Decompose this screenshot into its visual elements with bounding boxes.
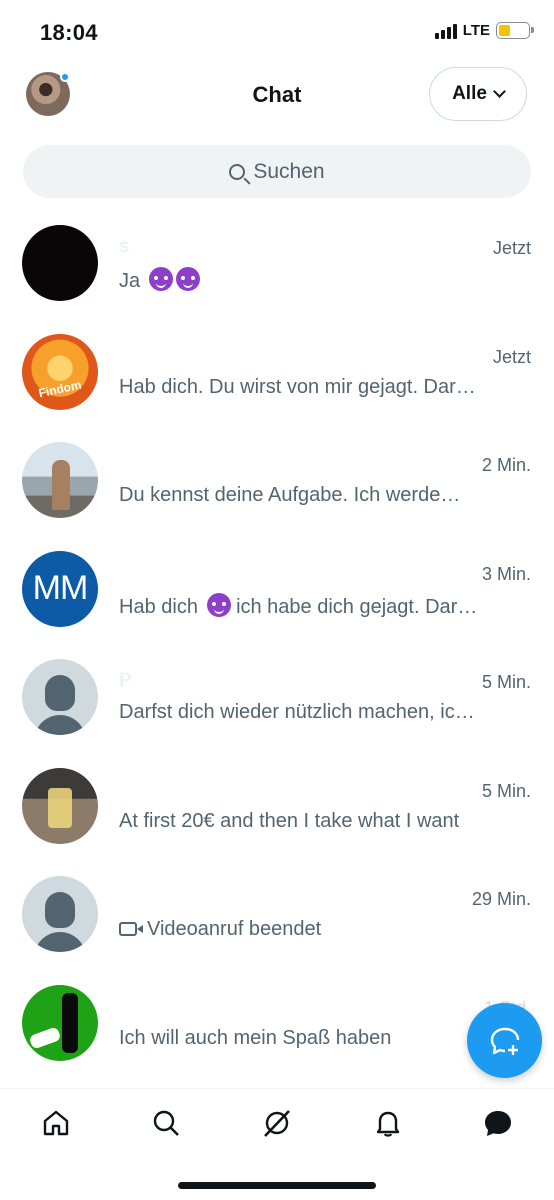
search-bar[interactable]: Suchen (23, 145, 531, 198)
filter-label: Alle (452, 83, 487, 104)
smiling-devil-emoji-icon (206, 592, 231, 617)
nav-messages[interactable] (482, 1107, 514, 1139)
avatar (22, 767, 98, 844)
message-preview: At first 20€ and then I take what I want (119, 809, 460, 832)
default-avatar-icon (22, 659, 98, 735)
message-preview: Videoanruf beendet (119, 918, 499, 941)
status-time: 18:04 (40, 20, 98, 45)
message-preview: Hab dich ich habe dich gejagt. Dar… (119, 592, 499, 619)
conversation-row[interactable]: MM 3 Min. Hab dich ich habe dich gejagt.… (0, 534, 554, 643)
smiling-devil-emoji-icon (148, 267, 173, 291)
home-indicator (178, 1182, 376, 1189)
message-preview: Hab dich. Du wirst von mir gejagt. Dar… (119, 375, 476, 398)
filter-dropdown[interactable]: Alle (429, 67, 527, 121)
timestamp: 5 Min. (481, 672, 531, 692)
new-message-button[interactable] (467, 1003, 542, 1078)
battery-icon (496, 22, 534, 39)
header: Chat Alle (0, 62, 554, 128)
messages-icon (485, 1111, 511, 1136)
search-icon (153, 1110, 179, 1136)
status-bar: 18:04 LTE (0, 0, 554, 62)
avatar: Findom (22, 333, 98, 410)
video-call-icon (119, 922, 143, 936)
notification-dot (60, 72, 70, 82)
notifications-icon (376, 1111, 400, 1137)
conversation-row[interactable]: P 5 Min. Darfst dich wieder nützlich mac… (0, 642, 554, 751)
search-icon (229, 163, 246, 180)
network-label: LTE (462, 22, 490, 39)
conversation-row[interactable]: 5 Min. At first 20€ and then I take what… (0, 751, 554, 860)
avatar-label: Findom (37, 377, 83, 400)
avatar: MM (22, 550, 98, 627)
conversation-row[interactable]: s Jetzt Ja (0, 208, 554, 317)
nav-notifications[interactable] (372, 1107, 404, 1139)
avatar (22, 225, 98, 301)
timestamp: Jetzt (492, 346, 531, 367)
message-preview: Du kennst deine Aufgabe. Ich werde… (119, 484, 461, 506)
signal-icon (434, 23, 457, 39)
timestamp: 5 Min. (481, 780, 531, 801)
timestamp: 29 Min. (471, 889, 531, 909)
new-message-icon (490, 1027, 519, 1055)
home-icon (43, 1110, 69, 1136)
nav-grok[interactable] (261, 1107, 293, 1139)
conversation-row[interactable]: 2 Min. Du kennst deine Aufgabe. Ich werd… (0, 425, 554, 534)
smiling-devil-emoji-icon (175, 267, 200, 291)
timestamp: 3 Min. (481, 563, 531, 584)
timestamp: 2 Min. (481, 455, 531, 475)
contact-name: s (119, 236, 130, 257)
nav-home[interactable] (40, 1107, 72, 1139)
chevron-down-icon (493, 85, 506, 98)
message-preview: Ja (119, 267, 499, 293)
message-preview: Ich will auch mein Spaß haben (119, 1026, 392, 1049)
message-preview: Darfst dich wieder nützlich machen, ic… (119, 701, 475, 723)
conversation-row[interactable]: Findom Jetzt Hab dich. Du wirst von mir … (0, 317, 554, 426)
avatar (22, 984, 98, 1061)
search-placeholder: Suchen (253, 159, 325, 183)
conversation-list: s Jetzt Ja Findom Jetzt Hab dich. Du wir… (0, 208, 554, 1076)
grok-icon (264, 1110, 290, 1137)
avatar (22, 442, 98, 518)
default-avatar-icon (22, 876, 98, 952)
contact-name: P (119, 670, 132, 691)
conversation-row[interactable]: 29 Min. Videoanruf beendet (0, 859, 554, 968)
timestamp: Jetzt (492, 238, 531, 258)
nav-search[interactable] (150, 1107, 182, 1139)
status-indicators: LTE (434, 22, 534, 39)
